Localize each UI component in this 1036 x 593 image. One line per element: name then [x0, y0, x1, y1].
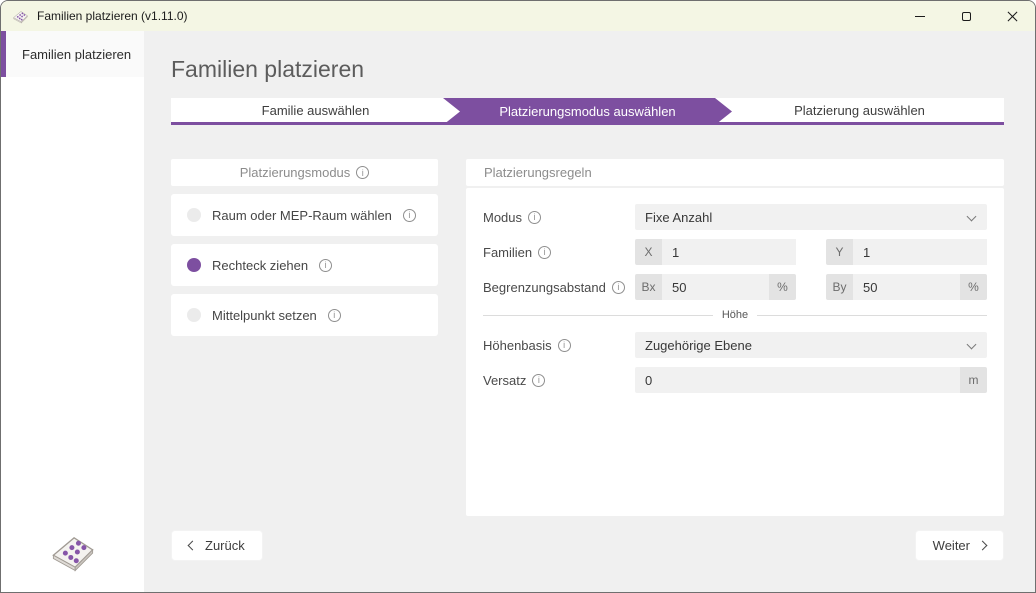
divider-line [483, 314, 713, 316]
hoehenbasis-dropdown[interactable]: Zugehörige Ebene [635, 332, 987, 358]
begrenzung-bx-unit: % [769, 274, 796, 300]
back-button[interactable]: Zurück [171, 530, 263, 561]
chevron-right-icon [977, 540, 988, 551]
sidebar-item-familien-platzieren[interactable]: Familien platzieren [1, 31, 144, 77]
mode-option-label: Raum oder MEP-Raum wählen [212, 207, 392, 223]
wizard-tabs: Familie auswählen Platzierungsmodus ausw… [171, 98, 1004, 125]
placement-mode-header: Platzierungsmodus i [171, 159, 438, 186]
info-icon[interactable]: i [538, 245, 552, 259]
close-icon [1007, 11, 1018, 22]
label-text: Modus [483, 209, 523, 225]
divider-line [757, 314, 988, 316]
tab-platzierungsmodus-auswaehlen[interactable]: Platzierungsmodus auswählen [443, 98, 732, 125]
begrenzung-bx-input[interactable]: Bx 50 % [635, 274, 796, 300]
familien-x-value[interactable]: 1 [662, 239, 796, 265]
radio-unselected-icon[interactable] [187, 208, 201, 222]
tab-label: Familie auswählen [261, 102, 370, 118]
dice-tile-icon [52, 537, 93, 572]
mode-option-mittelpunkt-setzen[interactable]: Mittelpunkt setzen i [171, 294, 438, 336]
tab-platzierung-auswaehlen[interactable]: Platzierung auswählen [715, 98, 1004, 125]
tab-label: Platzierung auswählen [794, 102, 925, 118]
familien-x-prefix: X [635, 239, 662, 265]
label-text: Familien [483, 244, 533, 260]
chevron-left-icon [187, 540, 198, 551]
familien-y-prefix: Y [826, 239, 853, 265]
begrenzung-by-prefix: By [826, 274, 853, 300]
window-title: Familien platzieren (v1.11.0) [37, 9, 188, 23]
placement-rules-panel: Platzierungsregeln Modus i Fixe Anzahl F… [466, 159, 1004, 516]
form-row-begrenzungsabstand: Begrenzungsabstand i Bx 50 % By 50 % [483, 274, 987, 300]
placement-mode-header-label: Platzierungsmodus [239, 165, 351, 180]
footer-nav: Zurück Weiter [171, 530, 1004, 561]
begrenzung-bx-prefix: Bx [635, 274, 662, 300]
placement-mode-panel: Platzierungsmodus i Raum oder MEP-Raum w… [171, 159, 438, 336]
begrenzungsabstand-label: Begrenzungsabstand i [483, 280, 635, 295]
begrenzung-bx-value[interactable]: 50 [662, 274, 769, 300]
main-area: Familien platzieren Familie auswählen Pl… [144, 31, 1035, 592]
begrenzung-by-unit: % [960, 274, 987, 300]
mode-option-rechteck-ziehen[interactable]: Rechteck ziehen i [171, 244, 438, 286]
back-button-label: Zurück [205, 538, 245, 553]
modus-label: Modus i [483, 210, 635, 225]
chevron-down-icon [966, 339, 977, 350]
chevron-down-icon [966, 211, 977, 222]
hoehe-divider-label: Höhe [721, 309, 749, 321]
sidebar-item-label: Familien platzieren [22, 46, 132, 62]
info-icon[interactable]: i [557, 338, 571, 352]
familien-y-value[interactable]: 1 [853, 239, 987, 265]
info-icon[interactable]: i [319, 258, 333, 272]
maximize-icon [961, 11, 971, 21]
hoehe-divider: Höhe [483, 309, 988, 321]
placement-rules-header: Platzierungsregeln [466, 159, 1004, 186]
begrenzung-by-input[interactable]: By 50 % [826, 274, 987, 300]
info-icon[interactable]: i [327, 308, 341, 322]
info-icon[interactable]: i [402, 208, 416, 222]
info-icon[interactable]: i [532, 373, 546, 387]
sidebar: Familien platzieren [1, 31, 144, 592]
familien-y-input[interactable]: Y 1 [826, 239, 987, 265]
form-row-modus: Modus i Fixe Anzahl [483, 204, 987, 230]
next-button[interactable]: Weiter [914, 530, 1004, 561]
radio-selected-icon[interactable] [187, 258, 201, 272]
info-icon[interactable]: i [611, 280, 625, 294]
page-title: Familien platzieren [171, 56, 365, 82]
placement-rules-form: Modus i Fixe Anzahl Familien i X 1 Y 1 B… [466, 188, 1004, 516]
mode-option-label: Rechteck ziehen [212, 257, 309, 273]
mode-option-raum-oder-mep-raum[interactable]: Raum oder MEP-Raum wählen i [171, 194, 438, 236]
begrenzung-by-value[interactable]: 50 [853, 274, 960, 300]
tab-familie-auswaehlen[interactable]: Familie auswählen [171, 98, 460, 125]
titlebar: Familien platzieren (v1.11.0) [1, 1, 1035, 31]
form-row-versatz: Versatz i 0 m [483, 367, 987, 393]
versatz-value[interactable]: 0 [635, 367, 960, 393]
content-row: Platzierungsmodus i Raum oder MEP-Raum w… [171, 159, 1004, 516]
familien-label: Familien i [483, 245, 635, 260]
modus-dropdown-value: Fixe Anzahl [645, 209, 713, 225]
versatz-unit: m [960, 367, 987, 393]
minimize-icon [915, 15, 925, 17]
label-text: Versatz [483, 372, 527, 388]
info-icon[interactable]: i [356, 166, 370, 179]
label-text: Begrenzungsabstand [483, 279, 606, 295]
hoehenbasis-dropdown-value: Zugehörige Ebene [645, 337, 752, 353]
radio-unselected-icon[interactable] [187, 308, 201, 322]
mode-option-label: Mittelpunkt setzen [212, 307, 317, 323]
modus-dropdown[interactable]: Fixe Anzahl [635, 204, 987, 230]
maximize-button[interactable] [943, 1, 989, 31]
form-row-hoehenbasis: Höhenbasis i Zugehörige Ebene [483, 332, 987, 358]
hoehenbasis-label: Höhenbasis i [483, 338, 635, 353]
next-button-label: Weiter [932, 538, 970, 553]
close-button[interactable] [989, 1, 1035, 31]
app-window: Familien platzieren (v1.11.0) Familien p… [0, 0, 1036, 593]
label-text: Höhenbasis [483, 337, 552, 353]
versatz-input[interactable]: 0 m [635, 367, 987, 393]
minimize-button[interactable] [897, 1, 943, 31]
info-icon[interactable]: i [528, 210, 542, 224]
placement-rules-header-label: Platzierungsregeln [484, 165, 592, 180]
app-logo-icon [13, 10, 28, 23]
versatz-label: Versatz i [483, 373, 635, 388]
app-body: Familien platzieren Familien platzieren … [1, 31, 1035, 592]
tab-label: Platzierungsmodus auswählen [499, 104, 676, 119]
familien-x-input[interactable]: X 1 [635, 239, 796, 265]
form-row-familien: Familien i X 1 Y 1 [483, 239, 987, 265]
